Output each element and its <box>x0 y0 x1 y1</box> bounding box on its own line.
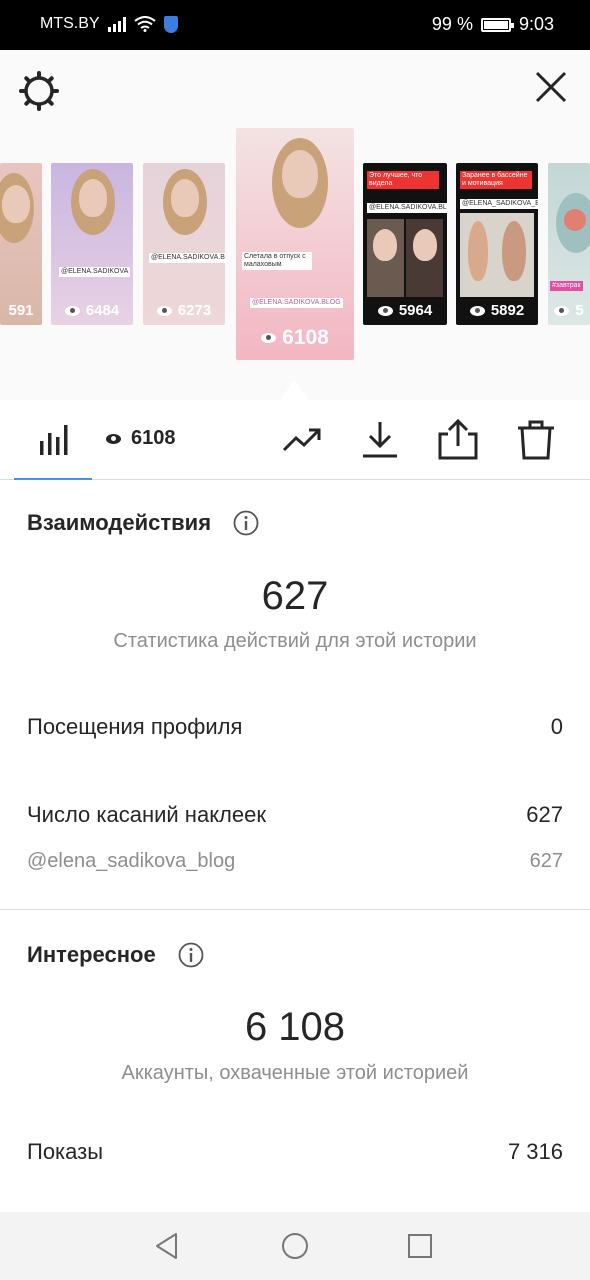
story-views: 5892 <box>456 302 538 319</box>
home-icon[interactable] <box>279 1230 311 1262</box>
bar-chart-icon <box>40 425 68 455</box>
accounts-reached-caption: Аккаунты, охваченные этой историей <box>121 1062 469 1084</box>
story-views: 6273 <box>143 302 225 319</box>
story-thumbnail[interactable]: 591 <box>0 163 42 325</box>
download-icon[interactable] <box>358 418 402 462</box>
story-views: 591 <box>8 302 34 319</box>
eye-icon <box>261 333 277 343</box>
tab-viewers[interactable]: 6108 <box>106 427 176 450</box>
selection-pointer <box>280 380 308 400</box>
discovery-section-title: Интересное <box>27 942 204 968</box>
story-thumbnail[interactable]: @ELENA.SADIKOVA 6484 <box>51 163 133 325</box>
recents-icon[interactable] <box>404 1230 436 1262</box>
story-thumbnail[interactable]: Заранее в бассейне и мотивация @ELENA_SA… <box>456 163 538 325</box>
wifi-icon <box>133 16 156 32</box>
story-views: 5964 <box>363 302 447 319</box>
signal-icon <box>107 16 126 32</box>
eye-icon <box>64 305 80 316</box>
story-caption: Слетала в отпуск с малаховым <box>242 252 312 270</box>
settings-icon[interactable] <box>18 70 60 112</box>
info-icon[interactable] <box>178 942 204 968</box>
insights-toolbar: 6108 <box>0 400 590 480</box>
profile-visits-value: 0 <box>550 714 563 739</box>
story-thumbnail-selected[interactable]: Слетала в отпуск с малаховым @ELENA.SADI… <box>236 128 354 360</box>
eye-icon <box>554 305 570 316</box>
story-header: 591 @ELENA.SADIKOVA 6484 @ELENA.SADIKOVA… <box>0 50 590 400</box>
impressions-row: Показы 7 316 <box>27 1139 563 1165</box>
mention-value: 627 <box>529 850 563 872</box>
story-caption: Это лучшее, что видела <box>367 171 439 189</box>
carrier-label: MTS.BY <box>40 15 100 32</box>
impressions-value: 7 316 <box>507 1139 563 1164</box>
system-nav-bar <box>0 1212 590 1280</box>
story-mention: @ELENA.SADIKOVA.BLOG <box>367 203 447 213</box>
sticker-taps-label: Число касаний наклеек <box>27 802 266 827</box>
eye-icon <box>106 433 121 444</box>
status-bar: MTS.BY 99 % 9:03 <box>0 0 590 50</box>
interactions-caption: Статистика действий для этой истории <box>113 630 477 652</box>
back-icon[interactable] <box>152 1230 184 1262</box>
eye-icon <box>377 305 393 316</box>
impressions-label: Показы <box>27 1139 104 1164</box>
tab-insights[interactable] <box>14 400 92 480</box>
shield-icon <box>163 15 178 33</box>
battery-icon <box>480 17 514 32</box>
interactions-total: 627 <box>261 574 329 618</box>
views-count: 6108 <box>131 427 176 449</box>
sticker-taps-value: 627 <box>526 802 563 827</box>
story-views: 6484 <box>51 302 133 319</box>
info-icon[interactable] <box>233 510 259 536</box>
delete-icon[interactable] <box>514 418 558 462</box>
story-caption: #завтрак <box>550 281 583 291</box>
story-thumbnail[interactable]: #завтрак 5 <box>548 163 590 325</box>
profile-visits-row: Посещения профиля 0 <box>27 714 563 740</box>
eye-icon <box>156 305 172 316</box>
eye-icon <box>469 305 485 316</box>
accounts-reached-total: 6 108 <box>244 1005 346 1049</box>
promote-trend-icon[interactable] <box>280 418 324 462</box>
share-icon[interactable] <box>436 418 480 462</box>
story-caption: Заранее в бассейне и мотивация <box>460 171 532 189</box>
story-thumbnail[interactable]: Это лучшее, что видела @ELENA.SADIKOVA.B… <box>363 163 447 325</box>
mention-label: @elena_sadikova_blog <box>27 850 236 872</box>
battery-percent: 99 % <box>431 14 473 34</box>
profile-visits-label: Посещения профиля <box>27 714 243 739</box>
story-mention: @ELENA_SADIKOVA_BLOG <box>460 199 538 209</box>
sticker-taps-row: Число касаний наклеек 627 <box>27 802 563 828</box>
story-thumbnail[interactable]: @ELENA.SADIKOVA.BLOG 6273 <box>143 163 225 325</box>
story-mention: @ELENA.SADIKOVA.BLOG <box>250 298 343 308</box>
clock: 9:03 <box>518 14 554 34</box>
section-divider <box>0 909 590 910</box>
interactions-section-title: Взаимодействия <box>27 510 259 536</box>
mention-row[interactable]: @elena_sadikova_blog 627 <box>27 850 563 873</box>
close-icon[interactable] <box>534 70 568 104</box>
story-views: 6108 <box>236 326 354 350</box>
story-views: 5 <box>548 302 590 319</box>
